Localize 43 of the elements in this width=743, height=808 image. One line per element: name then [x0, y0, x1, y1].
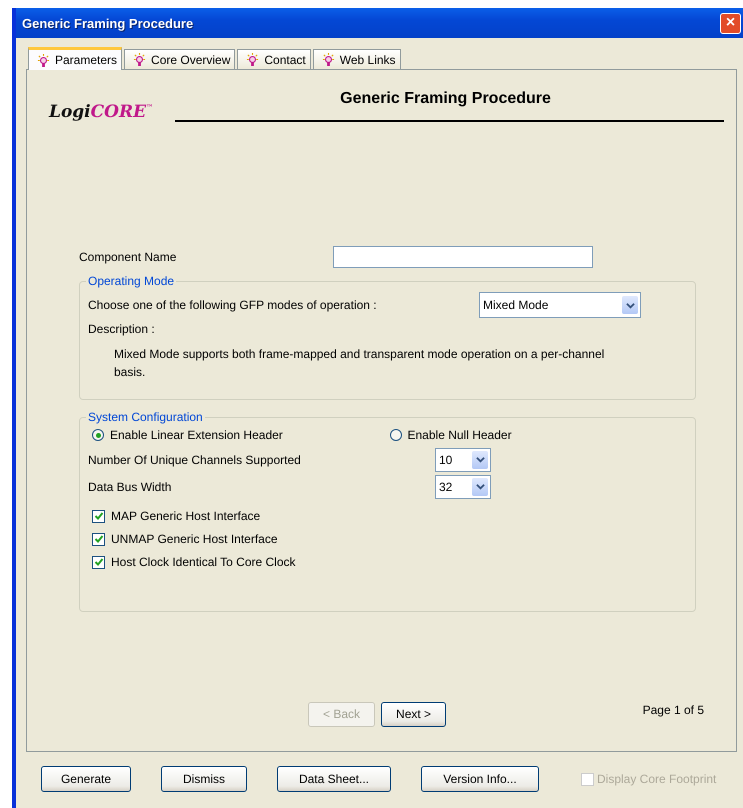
action-button[interactable]: Version Info...: [421, 766, 539, 792]
group-title: Operating Mode: [87, 274, 176, 288]
checkbox[interactable]: [92, 556, 105, 568]
close-button[interactable]: ×: [720, 12, 741, 34]
page-indicator: Page 1 of 5: [642, 703, 704, 717]
action-button[interactable]: Generate: [41, 766, 131, 792]
chevron-down-icon: [626, 300, 634, 310]
value-dropdown[interactable]: 10: [435, 448, 491, 472]
page-heading: Generic Framing Procedure: [340, 90, 551, 109]
lightbulb-icon: [133, 52, 146, 67]
field-label: Number Of Unique Channels Supported: [88, 452, 301, 466]
radio-option[interactable]: Enable Null Header: [390, 428, 687, 442]
radio-option[interactable]: Enable Linear Extension Header: [92, 428, 390, 442]
field-label: Choose one of the following GFP modes of operation :: [88, 298, 377, 312]
lightbulb-icon: [246, 52, 260, 67]
radio-button[interactable]: [390, 429, 402, 441]
next-button[interactable]: Next >: [381, 702, 446, 726]
mode-dropdown[interactable]: Mixed Mode: [479, 292, 641, 318]
tab[interactable]: Parameters: [28, 47, 122, 70]
field-label: Data Bus Width: [88, 480, 172, 494]
lightbulb-icon: [322, 52, 335, 67]
tab[interactable]: Web Links: [312, 49, 401, 69]
description-label: Description :: [88, 322, 156, 336]
description-text: Mixed Mode supports both frame-mapped and transparent mode operation on a per-channel basis.: [114, 346, 606, 381]
group-title: System Configuration: [87, 410, 204, 424]
action-button[interactable]: Data Sheet...: [277, 766, 391, 792]
action-button[interactable]: Dismiss: [161, 766, 247, 792]
checkbox[interactable]: [92, 510, 105, 522]
lightbulb-icon: [37, 52, 50, 68]
component-name-field[interactable]: [333, 246, 593, 268]
tab[interactable]: Core Overview: [124, 49, 236, 69]
checkbox-option[interactable]: UNMAP Generic Host Interface: [92, 532, 687, 546]
tab[interactable]: Contact: [237, 49, 311, 69]
chevron-down-icon: [476, 482, 484, 491]
checkbox[interactable]: [92, 532, 105, 546]
field-label: Component Name: [79, 250, 176, 264]
logo: LogiCORE$^{™}$: [49, 101, 154, 122]
window-title: Generic Framing Procedure: [22, 16, 194, 30]
checkbox-option[interactable]: MAP Generic Host Interface: [92, 509, 687, 523]
checkbox-option[interactable]: Host Clock Identical To Core Clock: [92, 555, 687, 569]
chevron-down-icon: [476, 455, 484, 464]
value-dropdown[interactable]: 32: [435, 474, 491, 498]
radio-button[interactable]: [92, 429, 104, 441]
